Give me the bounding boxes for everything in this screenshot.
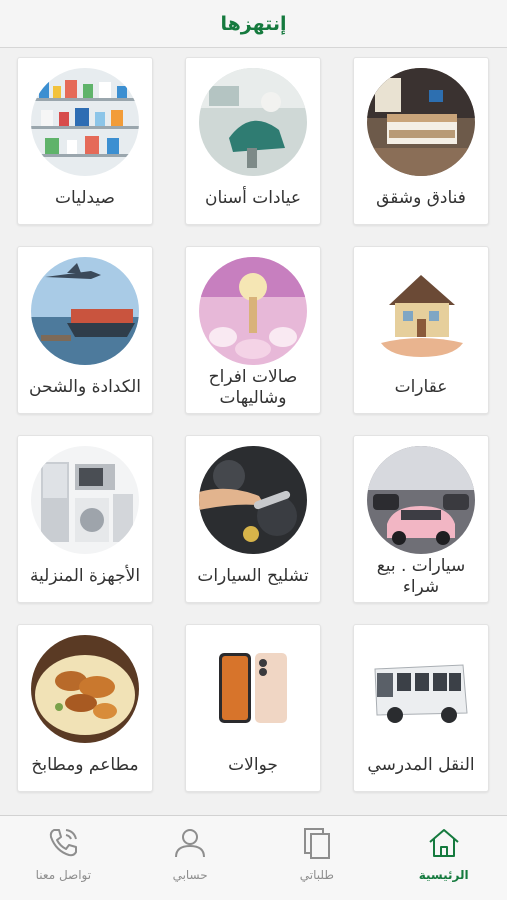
dental-clinic-photo: [199, 68, 307, 176]
category-card-shipping[interactable]: الكدادة والشحن: [17, 246, 153, 414]
category-label: الأجهزة المنزلية: [29, 565, 141, 586]
category-label: صيدليات: [55, 187, 115, 208]
tab-home[interactable]: الرئيسية: [380, 816, 507, 900]
user-icon: [171, 824, 209, 862]
category-card-hotels[interactable]: فنادق وشقق: [353, 57, 489, 225]
category-card-appliances[interactable]: الأجهزة المنزلية: [17, 435, 153, 603]
tab-contact[interactable]: تواصل معنا: [0, 816, 127, 900]
category-label: صالات افراح وشاليهات: [208, 367, 298, 408]
phone-icon: [44, 824, 82, 862]
category-label: الكدادة والشحن: [29, 376, 142, 397]
food-platter-photo: [31, 635, 139, 743]
school-bus-photo: [367, 635, 475, 743]
page-title: إنتهزها: [220, 12, 287, 35]
category-label: عقارات: [394, 376, 448, 397]
bottom-tab-bar: الرئيسية طلباتي حسابي تواصل معنا: [0, 815, 507, 900]
category-grid: فنادق وشقق عيادات أسنان صيدليات عقارات ص…: [17, 57, 489, 792]
car-engine-repair-photo: [199, 446, 307, 554]
hotel-room-photo: [367, 68, 475, 176]
category-card-restaurants[interactable]: مطاعم ومطابخ: [17, 624, 153, 792]
tab-account[interactable]: حسابي: [127, 816, 254, 900]
category-label: تشليح السيارات: [197, 565, 309, 586]
category-label: عيادات أسنان: [205, 187, 301, 208]
category-card-dental[interactable]: عيادات أسنان: [185, 57, 321, 225]
category-card-wedding-halls[interactable]: صالات افراح وشاليهات: [185, 246, 321, 414]
tab-orders[interactable]: طلباتي: [254, 816, 381, 900]
plane-and-ship-photo: [31, 257, 139, 365]
tab-label: تواصل معنا: [35, 868, 92, 882]
mobile-phones-photo: [199, 635, 307, 743]
category-card-school-transport[interactable]: النقل المدرسي: [353, 624, 489, 792]
tab-label: طلباتي: [299, 868, 334, 882]
category-label: مطاعم ومطابخ: [31, 754, 139, 775]
car-showroom-photo: [367, 446, 475, 554]
category-card-pharmacy[interactable]: صيدليات: [17, 57, 153, 225]
category-card-real-estate[interactable]: عقارات: [353, 246, 489, 414]
wedding-hall-photo: [199, 257, 307, 365]
orders-icon: [298, 824, 336, 862]
category-label: فنادق وشقق: [376, 187, 466, 208]
home-appliances-photo: [31, 446, 139, 554]
home-icon: [425, 824, 463, 862]
category-card-cars[interactable]: سيارات . بيع شراء: [353, 435, 489, 603]
category-label: جوالات: [228, 754, 278, 775]
pharmacy-photo: [31, 68, 139, 176]
category-card-mobiles[interactable]: جوالات: [185, 624, 321, 792]
category-label: النقل المدرسي: [367, 754, 475, 775]
category-card-car-parts[interactable]: تشليح السيارات: [185, 435, 321, 603]
tab-label: الرئيسية: [418, 868, 469, 882]
app-header: إنتهزها: [0, 0, 507, 48]
tab-label: حسابي: [172, 868, 208, 882]
house-in-hand-photo: [367, 257, 475, 365]
category-label: سيارات . بيع شراء: [376, 556, 466, 597]
